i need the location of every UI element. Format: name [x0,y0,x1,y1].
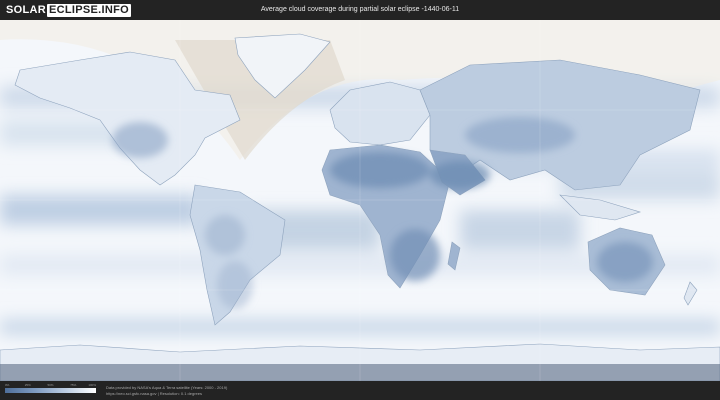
logo-text-solar: SOLAR [6,4,46,16]
legend-tick-4: 100% [88,383,96,387]
footer-bar: 0% 25% 50% 75% 100% Data provided by NASA's … [0,381,720,400]
cloud-coverage-map [0,20,720,381]
eclipse-cloud-map-page: SOLAR ECLIPSE.INFO Average cloud coverag… [0,0,720,400]
cloud-coverage-legend-bar [5,388,96,393]
logo-text-eclipse-info: ECLIPSE.INFO [47,4,131,17]
legend-tick-labels: 0% 25% 50% 75% 100% [5,383,96,387]
site-logo[interactable]: SOLAR ECLIPSE.INFO [6,4,131,17]
legend-tick-3: 75% [70,383,77,387]
data-credit: Data provided by NASA's Aqua & Terra sat… [106,385,228,390]
map-title: Average cloud coverage during partial so… [260,6,460,13]
header-bar: SOLAR ECLIPSE.INFO Average cloud coverag… [0,0,720,20]
legend-tick-1: 25% [24,383,31,387]
legend-tick-2: 50% [47,383,54,387]
world-map-svg [0,20,720,381]
data-source-link[interactable]: https://neo.sci.gsfc.nasa.gov | Resoluti… [106,391,202,396]
legend-tick-0: 0% [5,383,10,387]
